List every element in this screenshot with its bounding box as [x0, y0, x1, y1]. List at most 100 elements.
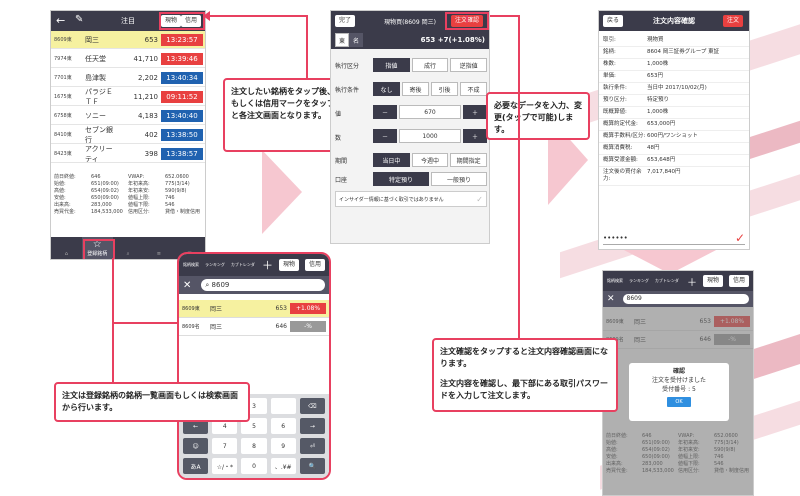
header: 銘柄検索 ランキング カブトレンダ ＋ 現物 信用 [179, 254, 329, 276]
option-chip[interactable]: 今週中 [411, 153, 449, 167]
option-chip[interactable]: なし [373, 82, 400, 96]
list-icon: ≡ [156, 251, 161, 257]
margin-button[interactable]: 信用 [304, 259, 325, 271]
detail-cell: 746 [165, 195, 175, 201]
stock-code: 7974東 [54, 56, 72, 62]
tab-search[interactable]: ⌕ [113, 237, 144, 259]
detail-cell: 始値: [54, 181, 66, 187]
detail-cell: 値幅上限: [128, 195, 150, 201]
option-chip[interactable]: 引後 [431, 82, 458, 96]
tab-nagoya[interactable]: 名 [349, 33, 363, 47]
option-chip[interactable]: 特定預り [373, 172, 429, 186]
table-row[interactable]: 6758東 ソニー 4,183 13:40:40 [51, 107, 205, 125]
keyboard-key[interactable]: 🔍 [299, 458, 325, 474]
header-trend-item[interactable]: カブトレンダ [655, 278, 679, 284]
detail-row: 預り区分: 特定預り [599, 95, 749, 107]
table-row[interactable]: 8609東 岡三 653 13:23:57 [51, 31, 205, 49]
price-input[interactable]: 670 [399, 105, 461, 119]
check-icon[interactable]: ✓ [735, 231, 745, 245]
option-chip[interactable]: 不成 [460, 82, 487, 96]
spot-button[interactable]: 現物 [278, 259, 299, 271]
minus-button[interactable]: － [373, 129, 397, 143]
exec-options: 指値 成行 逆指値 [373, 58, 488, 72]
option-chip[interactable]: 指値 [373, 58, 410, 72]
order-button[interactable]: 注文 [722, 15, 743, 27]
option-chip[interactable]: 成行 [411, 58, 449, 72]
table-row[interactable]: 7701東 島津製 2,202 13:40:34 [51, 69, 205, 87]
keyboard-key[interactable]: 8 [241, 438, 267, 454]
keyboard-key[interactable]: → [299, 418, 325, 434]
search-input[interactable]: 8609 [622, 294, 749, 304]
list-item[interactable]: 8609東 岡三 653+1.08% [179, 300, 329, 318]
close-icon[interactable]: ✕ [183, 280, 191, 291]
insider-checkbox[interactable]: インサイダー情報に基づく取引ではありません ✓ [335, 191, 487, 207]
keyboard-key[interactable]: ☆/・* [212, 458, 238, 474]
edit-icon[interactable]: ✎ [75, 14, 83, 25]
home-icon: ⌂ [64, 251, 68, 257]
table-row[interactable]: 1675東 パラジＥＴＦ 11,210 09:11:52 [51, 88, 205, 106]
keyboard-key[interactable]: あA [183, 458, 209, 474]
plus-button[interactable]: ＋ [463, 129, 487, 143]
close-icon[interactable]: ✕ [607, 294, 615, 304]
header-search-item[interactable]: 銘柄検索 [183, 262, 199, 268]
stock-name: パラジＥＴＦ [85, 87, 113, 106]
keyboard-key[interactable]: 6 [270, 418, 296, 434]
back-arrow-icon[interactable]: ← [56, 14, 65, 27]
detail-cell: 646 [91, 174, 101, 180]
option-chip[interactable]: 逆指値 [450, 58, 488, 72]
detail-label: 概算手数料/区分: [603, 133, 646, 139]
detail-cell: 前日終値: [54, 174, 76, 180]
done-button[interactable]: 完了 [335, 15, 356, 27]
keyboard-key[interactable]: ☺ [183, 438, 209, 454]
detail-row: 概算約定代金: 653,000円 [599, 119, 749, 131]
detail-label: 執行条件: [603, 85, 627, 91]
keyboard-key[interactable] [270, 398, 296, 414]
header-trend-item[interactable]: カブトレンダ [231, 262, 255, 268]
header-search-item[interactable]: 銘柄検索 [607, 278, 623, 284]
tab-tokyo[interactable]: 東 [335, 33, 349, 47]
margin-button[interactable]: 信用 [728, 275, 749, 287]
header-ranking-item[interactable]: ランキング [205, 262, 225, 268]
dialog-message: 注文を受付けました [651, 377, 706, 384]
header-ranking-item[interactable]: ランキング [629, 278, 649, 284]
add-icon[interactable]: ＋ [687, 274, 697, 289]
plus-button[interactable]: ＋ [463, 105, 487, 119]
detail-cell: 年初来安: [128, 188, 150, 194]
detail-cell: 283,000 [91, 202, 112, 208]
keyboard-key[interactable]: ⏎ [299, 438, 325, 454]
add-icon[interactable]: ＋ [262, 257, 273, 273]
option-chip[interactable]: 期間指定 [450, 153, 488, 167]
detail-value: 現物買 [647, 37, 664, 43]
dialog-ok-button[interactable]: OK [667, 397, 691, 407]
keyboard-key[interactable]: 0 [241, 458, 267, 474]
search-input[interactable]: ⌕ 8609 [201, 279, 325, 291]
option-chip[interactable]: 寄後 [402, 82, 429, 96]
list-item[interactable]: 8609名 岡三 646-% [179, 318, 329, 336]
table-row[interactable]: 8410東 セブン銀行 402 13:38:50 [51, 126, 205, 144]
update-time: 13:39:46 [161, 52, 203, 65]
tab-orders[interactable]: ≡ [143, 237, 174, 259]
detail-value: 653,000円 [647, 121, 676, 127]
qty-input[interactable]: 1000 [399, 129, 461, 143]
option-chip[interactable]: 一般預り [431, 172, 487, 186]
connector-line [208, 15, 308, 17]
stock-name: セブン銀行 [85, 125, 113, 144]
back-button[interactable]: 戻る [603, 15, 624, 27]
keyboard-key[interactable]: ⌫ [299, 398, 325, 414]
exec-label: 執行区分 [335, 63, 360, 70]
option-chip[interactable]: 当日中 [373, 153, 410, 167]
keyboard-key[interactable]: 7 [212, 438, 238, 454]
keyboard-key[interactable]: 9 [270, 438, 296, 454]
table-row[interactable]: 7974東 任天堂 41,710 13:39:46 [51, 50, 205, 68]
password-field[interactable]: •••••• ✓ [603, 231, 745, 245]
tab-home[interactable]: ⌂ [51, 237, 82, 259]
minus-button[interactable]: － [373, 105, 397, 119]
stock-price: 2,202 [137, 73, 158, 82]
update-time: 13:40:34 [161, 71, 203, 84]
qty-stepper: － 1000 ＋ [373, 129, 487, 143]
flow-arrow-right [262, 150, 302, 234]
table-row[interactable]: 8423東 アクリーティ 398 13:38:57 [51, 145, 205, 163]
spot-button[interactable]: 現物 [702, 275, 723, 287]
detail-cell: 年初来高: [128, 181, 150, 187]
keyboard-key[interactable]: 、.¥# [270, 458, 296, 474]
